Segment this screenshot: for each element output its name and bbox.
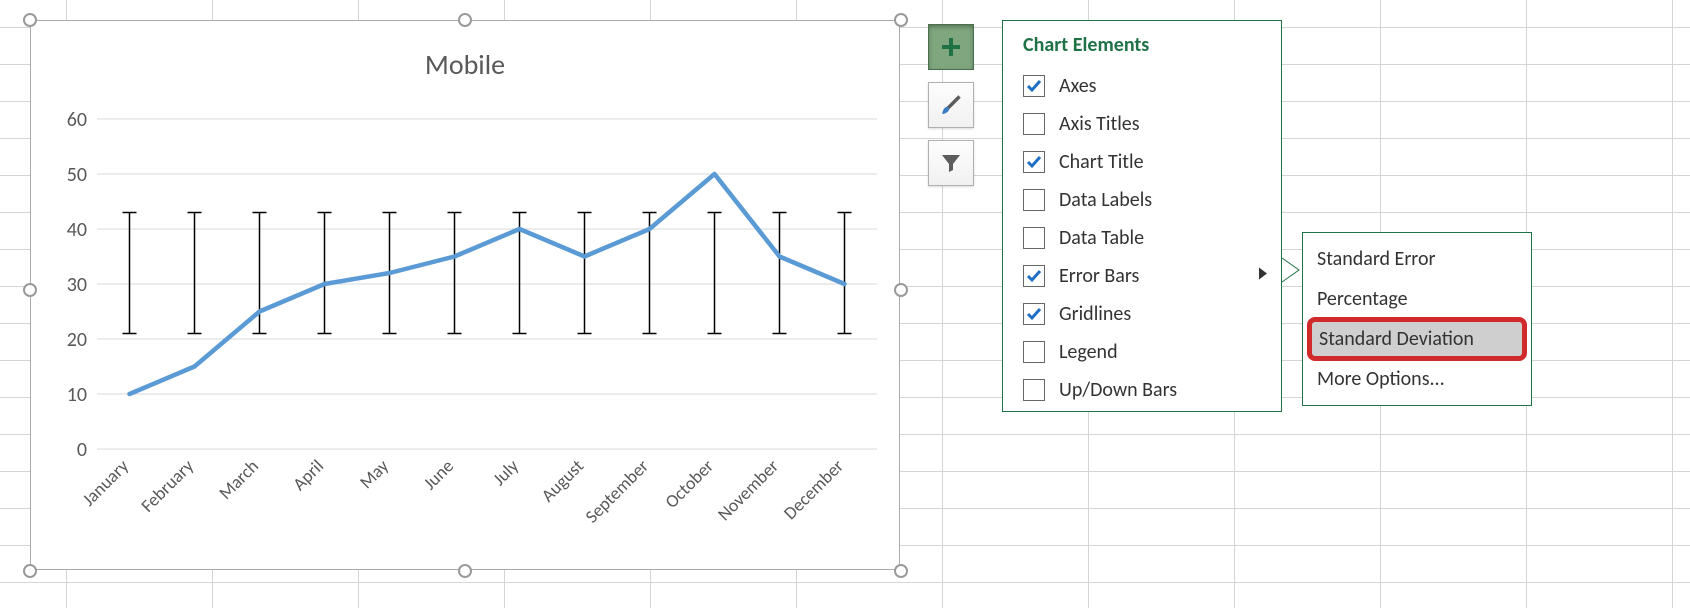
svg-text:30: 30 — [67, 273, 87, 297]
chart-side-buttons — [928, 24, 978, 198]
svg-text:June: June — [419, 455, 458, 494]
svg-text:January: January — [78, 454, 134, 510]
selection-handle[interactable] — [894, 564, 908, 578]
checkbox[interactable] — [1023, 303, 1045, 325]
checkbox[interactable] — [1023, 265, 1045, 287]
chart-element-label: Chart Title — [1059, 150, 1144, 174]
chart-element-item[interactable]: Data Labels — [1023, 181, 1265, 219]
svg-text:October: October — [660, 455, 718, 513]
chart-title[interactable]: Mobile — [31, 47, 899, 82]
checkbox[interactable] — [1023, 227, 1045, 249]
checkbox[interactable] — [1023, 151, 1045, 173]
svg-text:July: July — [488, 454, 524, 490]
chart-element-item[interactable]: Data Table — [1023, 219, 1265, 257]
chart-elements-popup: Chart Elements Axes Axis Titles Chart Titl… — [1002, 20, 1282, 412]
selection-handle[interactable] — [23, 283, 37, 297]
svg-text:September: September — [581, 455, 653, 527]
svg-text:March: March — [214, 455, 263, 504]
svg-text:60: 60 — [67, 109, 87, 132]
svg-text:November: November — [713, 455, 783, 525]
error-bars-option[interactable]: Standard Deviation — [1311, 321, 1523, 357]
svg-text:August: August — [537, 455, 588, 506]
selection-handle[interactable] — [894, 283, 908, 297]
svg-text:10: 10 — [67, 383, 87, 407]
checkbox[interactable] — [1023, 113, 1045, 135]
error-bars-option[interactable]: Standard Error — [1303, 239, 1531, 279]
chart-element-item[interactable]: Chart Title — [1023, 143, 1265, 181]
svg-text:20: 20 — [67, 328, 87, 352]
selection-handle[interactable] — [894, 13, 908, 27]
chart-element-label: Axis Titles — [1059, 112, 1140, 136]
chart-element-label: Data Labels — [1059, 188, 1152, 212]
checkbox[interactable] — [1023, 341, 1045, 363]
checkbox[interactable] — [1023, 189, 1045, 211]
chart-element-item[interactable]: Gridlines — [1023, 295, 1265, 333]
highlight-border — [1307, 317, 1527, 361]
chevron-right-icon[interactable] — [1257, 266, 1269, 287]
chart-elements-button[interactable] — [928, 24, 974, 70]
chart-filter-button[interactable] — [928, 140, 974, 186]
chart-elements-title: Chart Elements — [1023, 33, 1265, 57]
chart-element-item[interactable]: Up/Down Bars — [1023, 371, 1265, 409]
submenu-connector — [1281, 256, 1303, 284]
plus-icon — [939, 35, 963, 59]
chart-element-item[interactable]: Axes — [1023, 67, 1265, 105]
selection-handle[interactable] — [458, 13, 472, 27]
checkbox[interactable] — [1023, 75, 1045, 97]
svg-text:April: April — [288, 455, 328, 495]
error-bars-submenu: Standard ErrorPercentageStandard Deviati… — [1302, 232, 1532, 406]
error-bars-option[interactable]: Percentage — [1303, 279, 1531, 319]
selection-handle[interactable] — [23, 564, 37, 578]
svg-text:40: 40 — [67, 218, 87, 242]
chart-element-label: Legend — [1059, 340, 1118, 364]
selection-handle[interactable] — [458, 564, 472, 578]
chart-element-item[interactable]: Error Bars — [1023, 257, 1265, 295]
chart-element-label: Data Table — [1059, 226, 1144, 250]
svg-text:0: 0 — [77, 438, 87, 462]
funnel-icon — [939, 151, 963, 175]
chart-element-label: Axes — [1059, 74, 1096, 98]
chart-element-label: Gridlines — [1059, 302, 1131, 326]
svg-text:May: May — [355, 454, 394, 493]
brush-icon — [938, 92, 964, 118]
svg-text:February: February — [136, 454, 198, 516]
selection-handle[interactable] — [23, 13, 37, 27]
checkbox[interactable] — [1023, 379, 1045, 401]
error-bars-option[interactable]: More Options... — [1303, 359, 1531, 399]
chart-styles-button[interactable] — [928, 82, 974, 128]
svg-text:50: 50 — [67, 163, 87, 187]
chart-element-label: Up/Down Bars — [1059, 378, 1177, 402]
svg-text:December: December — [779, 455, 848, 524]
chart-element-label: Error Bars — [1059, 264, 1139, 288]
chart-plot: 0 10 20 30 40 50 60 JanuaryFebruary March April Ma… — [47, 109, 887, 579]
chart-element-item[interactable]: Legend — [1023, 333, 1265, 371]
chart-element-item[interactable]: Axis Titles — [1023, 105, 1265, 143]
chart-container[interactable]: Mobile 0 10 20 30 40 50 60 JanuaryFebruary March… — [30, 20, 900, 570]
